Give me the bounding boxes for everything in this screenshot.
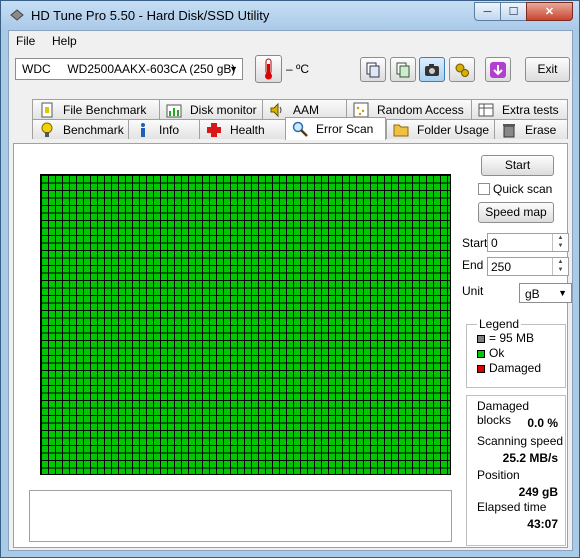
error-scan-panel: Start Quick scan Speed map Start 0 ▲ ▼ En… <box>13 143 572 548</box>
file-benchmark-icon <box>41 102 53 117</box>
quick-scan-label: Quick scan <box>493 182 553 196</box>
maximize-button[interactable]: ☐ <box>500 2 527 21</box>
thermometer-icon <box>265 58 272 80</box>
unit-label: Unit <box>462 284 484 298</box>
drive-select-value: WDC WD2500AAKX-603CA (250 gB) <box>22 62 236 76</box>
tab-label: File Benchmark <box>63 102 147 117</box>
end-field-label: End <box>462 258 484 272</box>
damaged-blocks-value: 0.0 % <box>527 416 558 430</box>
health-cross-icon <box>207 122 221 137</box>
info-icon <box>141 122 145 137</box>
chevron-down-icon: ▼ <box>229 64 238 74</box>
tab-info[interactable]: Info <box>128 119 200 139</box>
tab-error-scan[interactable]: Error Scan <box>285 117 386 140</box>
tab-label: Error Scan <box>316 122 374 136</box>
copy-all-icon <box>396 62 410 77</box>
exit-button[interactable]: Exit <box>525 57 570 82</box>
tab-label: AAM <box>293 102 320 117</box>
tab-label: Folder Usage <box>417 122 490 137</box>
toolbar: WDC WD2500AAKX-603CA (250 gB) ▼ – ºC Exi… <box>9 51 572 91</box>
tab-label: Benchmark <box>63 122 124 137</box>
legend-box: Legend = 95 MB Ok Damaged <box>466 317 566 388</box>
legend-block-swatch <box>477 335 485 343</box>
tab-label: Disk monitor <box>190 102 257 117</box>
screenshot-button[interactable] <box>419 57 445 82</box>
window-title: HD Tune Pro 5.50 - Hard Disk/SSD Utility <box>31 8 270 23</box>
temperature-readout: – ºC <box>286 62 310 76</box>
end-position-value: 250 <box>491 260 512 274</box>
tab-extra-tests[interactable]: Extra tests <box>471 99 568 119</box>
start-position-field[interactable]: 0 ▲ ▼ <box>487 233 569 252</box>
tab-label: Extra tests <box>502 102 559 117</box>
scan-log-box[interactable] <box>29 490 452 542</box>
unit-select-value: gB <box>525 287 540 301</box>
legend-ok-swatch <box>477 350 485 358</box>
drive-select[interactable]: WDC WD2500AAKX-603CA (250 gB) ▼ <box>15 58 243 80</box>
chevron-down-icon: ▼ <box>558 288 567 298</box>
tab-file-benchmark[interactable]: File Benchmark <box>32 99 160 119</box>
quick-scan-checkbox[interactable] <box>478 183 490 195</box>
start-field-label: Start <box>462 236 488 250</box>
tab-erase[interactable]: Erase <box>494 119 568 139</box>
menu-bar: File Help <box>9 31 572 51</box>
tab-random-access[interactable]: Random Access <box>346 99 472 119</box>
random-access-icon <box>353 102 369 117</box>
stats-box: Damaged blocks 0.0 % Scanning speed 25.2… <box>466 395 566 546</box>
camera-icon <box>425 63 439 76</box>
tab-label: Info <box>159 122 180 137</box>
folder-icon <box>393 124 409 136</box>
legend-damaged-label: Damaged <box>489 361 542 375</box>
close-button[interactable]: ✕ <box>526 2 573 21</box>
position-value: 249 gB <box>518 485 558 499</box>
tab-label: Health <box>230 122 265 137</box>
spinner-arrows-icon[interactable]: ▲ ▼ <box>552 258 568 275</box>
app-icon <box>10 9 24 21</box>
spinner-arrows-icon[interactable]: ▲ ▼ <box>552 234 568 251</box>
legend-title: Legend <box>477 317 522 331</box>
start-button[interactable]: Start <box>481 155 554 176</box>
speaker-icon <box>270 102 282 117</box>
extra-tests-icon <box>478 103 494 116</box>
tab-disk-monitor[interactable]: Disk monitor <box>159 99 263 119</box>
end-position-field[interactable]: 250 ▲ ▼ <box>487 257 569 276</box>
legend-damaged-swatch <box>477 365 485 373</box>
client-area: File Help WDC WD2500AAKX-603CA (250 gB) … <box>8 30 573 551</box>
tab-label: Random Access <box>377 102 464 117</box>
tab-aam[interactable]: AAM <box>262 99 347 119</box>
minimize-button[interactable]: ─ <box>474 2 501 21</box>
tab-health[interactable]: Health <box>199 119 286 139</box>
options-button[interactable] <box>449 57 475 82</box>
copy-icon <box>366 62 380 77</box>
tab-benchmark[interactable]: Benchmark <box>32 119 129 139</box>
title-bar[interactable]: HD Tune Pro 5.50 - Hard Disk/SSD Utility… <box>1 1 579 31</box>
legend-block-size: = 95 MB <box>489 331 535 345</box>
position-label: Position <box>477 468 520 482</box>
trash-icon <box>503 123 515 137</box>
tab-label: Erase <box>525 122 557 137</box>
block-map-grid <box>40 174 451 475</box>
gears-icon <box>455 63 469 77</box>
speed-map-button[interactable]: Speed map <box>478 202 554 223</box>
legend-ok-label: Ok <box>489 346 505 360</box>
menu-file[interactable]: File <box>16 34 35 48</box>
unit-select[interactable]: gB ▼ <box>519 283 572 303</box>
elapsed-time-value: 43:07 <box>527 517 558 531</box>
tab-folder-usage[interactable]: Folder Usage <box>386 119 495 139</box>
download-arrow-icon <box>490 61 506 78</box>
magnifier-icon <box>292 121 308 137</box>
copy-info-button[interactable] <box>360 57 386 82</box>
temperature-button[interactable] <box>255 55 282 83</box>
disk-monitor-icon <box>166 104 182 117</box>
benchmark-icon <box>41 122 53 137</box>
scanning-speed-value: 25.2 MB/s <box>502 451 558 465</box>
elapsed-time-label: Elapsed time <box>477 500 547 514</box>
copy-all-button[interactable] <box>390 57 416 82</box>
start-position-value: 0 <box>491 236 498 250</box>
app-window: HD Tune Pro 5.50 - Hard Disk/SSD Utility… <box>0 0 580 558</box>
save-button[interactable] <box>485 57 511 82</box>
menu-help[interactable]: Help <box>52 34 77 48</box>
scanning-speed-label: Scanning speed <box>477 434 564 448</box>
